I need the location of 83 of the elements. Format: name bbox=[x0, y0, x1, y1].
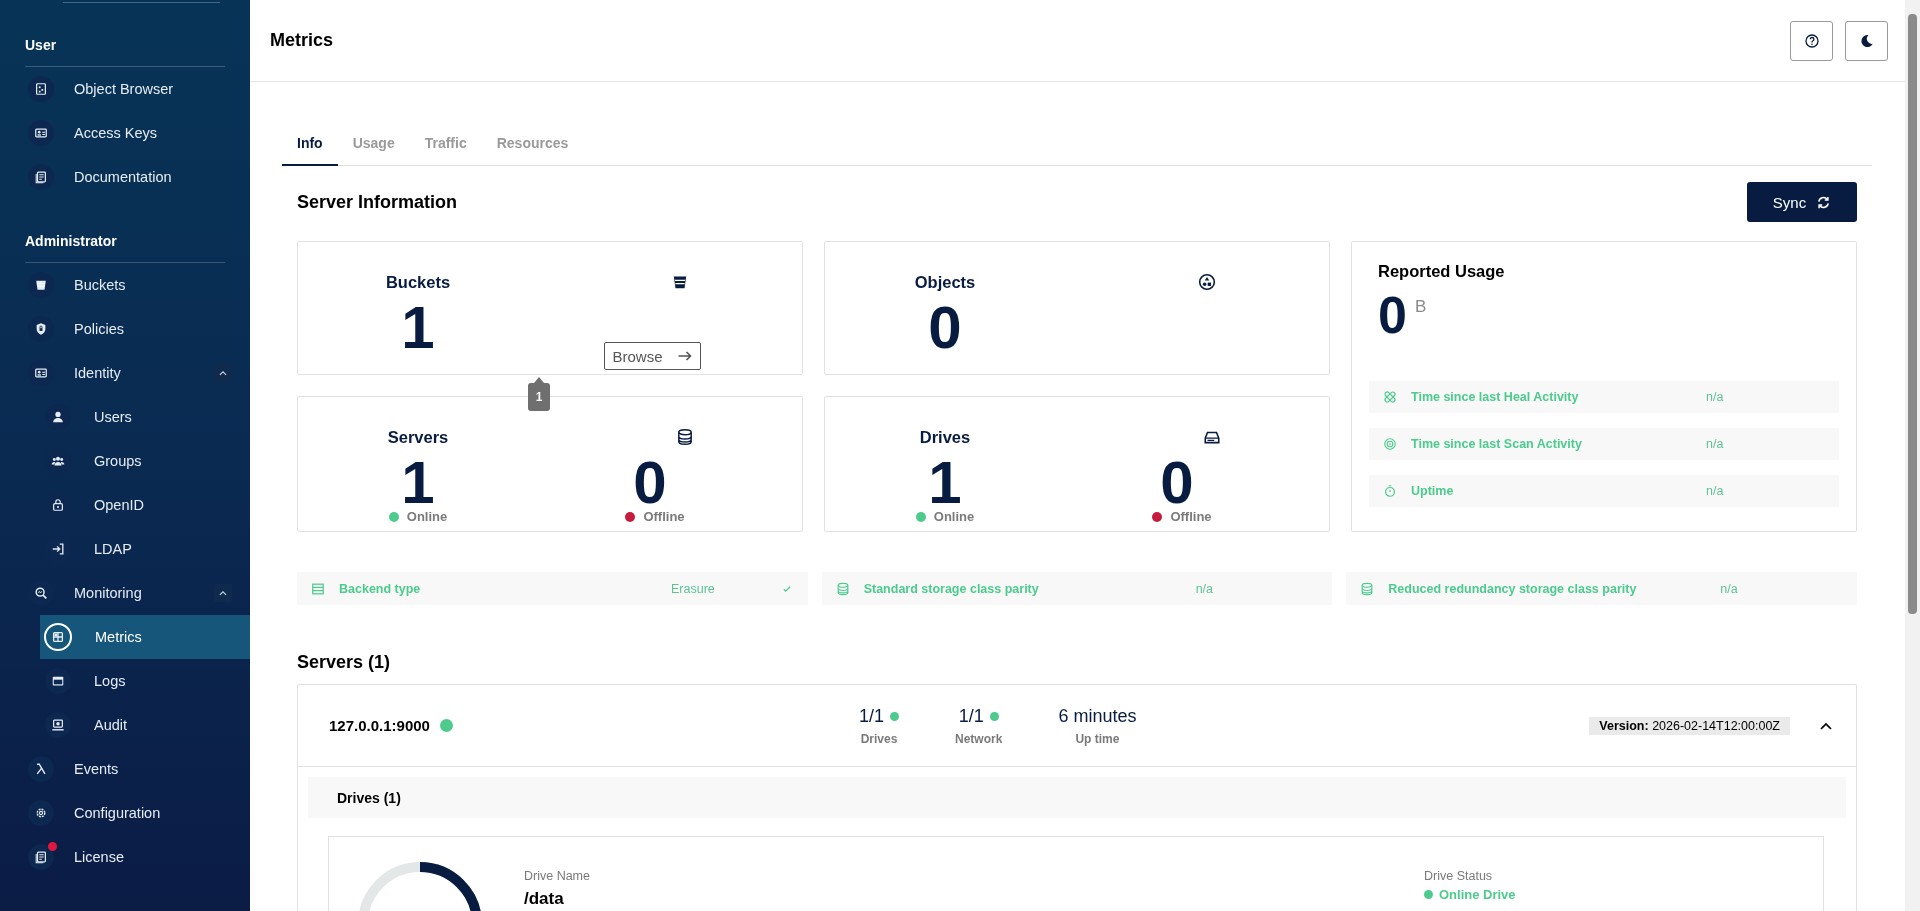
sidebar-item[interactable]: Configuration bbox=[0, 791, 250, 835]
refresh-icon bbox=[1816, 194, 1832, 210]
stat-label: Drives bbox=[860, 731, 898, 746]
sidebar-item[interactable]: Identity bbox=[0, 351, 250, 395]
info-label: Standard storage class parity bbox=[863, 581, 1040, 596]
count-value: 1 bbox=[401, 455, 435, 511]
stat-label: Uptime bbox=[1411, 484, 1455, 498]
stat-value: n/a bbox=[1706, 484, 1725, 498]
tooltip: 1 bbox=[528, 377, 550, 411]
list-icon bbox=[311, 581, 325, 596]
browse-button[interactable]: Browse bbox=[604, 342, 701, 370]
sidebar-item[interactable]: Audit bbox=[40, 703, 250, 747]
stat-label: Network bbox=[955, 731, 1003, 746]
section-heading: User bbox=[25, 35, 225, 67]
shapes-icon bbox=[1198, 273, 1216, 291]
bandage-icon bbox=[1383, 390, 1397, 404]
stopwatch-icon bbox=[1383, 484, 1397, 498]
stat-value: n/a bbox=[1706, 390, 1725, 404]
bucket-icon bbox=[671, 273, 689, 291]
database-icon bbox=[1360, 581, 1375, 596]
info-value: Erasure bbox=[671, 581, 716, 596]
help-icon bbox=[1803, 32, 1820, 49]
usage-value: 0 bbox=[1378, 285, 1407, 345]
sidebar-item[interactable]: Buckets bbox=[0, 263, 250, 307]
usage-unit: B bbox=[1414, 297, 1427, 317]
sidebar-item[interactable]: Logs bbox=[40, 659, 250, 703]
target-icon bbox=[1383, 437, 1397, 451]
page-title: Metrics bbox=[270, 30, 335, 51]
stat-label: Up time bbox=[1075, 731, 1120, 746]
sidebar-item[interactable]: Access Keys bbox=[0, 111, 250, 155]
info-label: Reduced redundancy storage class parity bbox=[1388, 581, 1638, 596]
count-value: 0 bbox=[928, 296, 962, 360]
count-value: 0 bbox=[633, 455, 667, 511]
count-value: 1 bbox=[401, 296, 435, 360]
info-label: Backend type bbox=[339, 581, 422, 596]
version-badge: Version: 2026-02-14T12:00:00Z bbox=[1589, 716, 1790, 735]
sidebar-item[interactable]: Groups bbox=[40, 439, 250, 483]
sidebar-item[interactable]: Documentation bbox=[0, 155, 250, 199]
tab[interactable]: Info bbox=[282, 122, 338, 166]
drive-name: /data bbox=[524, 889, 565, 909]
field-label: Drive Name bbox=[524, 869, 591, 883]
section-heading: Server Information bbox=[297, 191, 458, 213]
sidebar-item[interactable]: Object Browser bbox=[0, 67, 250, 111]
status-label: Offline bbox=[643, 509, 685, 524]
count-value: 1 bbox=[928, 455, 962, 511]
stat-value: 1/1 bbox=[859, 705, 885, 727]
stat-value: n/a bbox=[1706, 437, 1725, 451]
sidebar-item[interactable]: Monitoring bbox=[0, 571, 250, 615]
section-heading: Administrator bbox=[25, 231, 225, 263]
scrollbar[interactable] bbox=[1905, 0, 1920, 911]
moon-icon bbox=[1858, 32, 1875, 49]
card-title: Buckets bbox=[385, 272, 451, 293]
stat-value: 6 minutes bbox=[1058, 705, 1137, 727]
card-title: Drives bbox=[919, 427, 971, 448]
card-title: Objects bbox=[914, 272, 976, 293]
sidebar-item[interactable]: OpenID bbox=[40, 483, 250, 527]
theme-toggle-button[interactable] bbox=[1845, 20, 1888, 61]
stat-label: Time since last Heal Activity bbox=[1411, 390, 1580, 404]
help-button[interactable] bbox=[1790, 20, 1833, 61]
database-icon bbox=[835, 581, 850, 596]
status-label: Online bbox=[933, 509, 975, 524]
database-icon bbox=[676, 428, 694, 446]
sidebar-item[interactable]: License bbox=[0, 835, 250, 879]
sidebar-item[interactable]: Users bbox=[40, 395, 250, 439]
info-value: n/a bbox=[1720, 581, 1739, 596]
card-title: Reported Usage bbox=[1377, 262, 1506, 281]
drives-heading: Drives (1) bbox=[308, 777, 1846, 818]
count-value: 0 bbox=[1160, 455, 1194, 511]
field-label: Drive Status bbox=[1424, 869, 1494, 883]
card-title: Servers bbox=[387, 427, 449, 448]
sidebar-item[interactable]: LDAP bbox=[40, 527, 250, 571]
drive-status: Online Drive bbox=[1439, 887, 1516, 902]
server-address: 127.0.0.1:9000 bbox=[329, 717, 430, 734]
sidebar-item[interactable]: Events bbox=[0, 747, 250, 791]
sidebar-item[interactable]: Policies bbox=[0, 307, 250, 351]
stat-value: 1/1 bbox=[958, 705, 984, 727]
section-heading: Servers (1) bbox=[297, 651, 392, 674]
status-label: Online bbox=[406, 509, 448, 524]
status-label: Offline bbox=[1170, 509, 1212, 524]
stat-label: Time since last Scan Activity bbox=[1411, 437, 1583, 451]
info-value: n/a bbox=[1195, 581, 1215, 596]
sidebar-item[interactable]: Metrics bbox=[40, 615, 250, 659]
sync-button[interactable]: Sync bbox=[1747, 182, 1857, 222]
